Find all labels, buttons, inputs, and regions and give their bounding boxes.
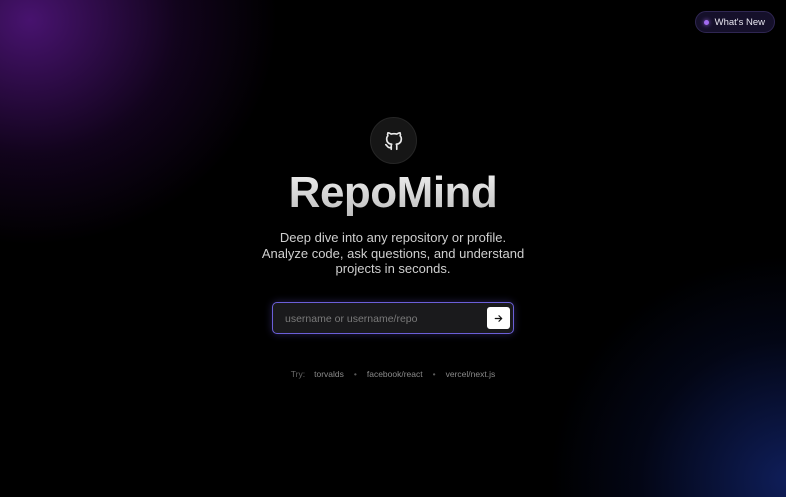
suggestions-row: Try: torvalds • facebook/react • vercel/… — [0, 369, 786, 379]
logo — [370, 117, 417, 164]
search-form — [272, 302, 514, 335]
status-dot — [703, 19, 709, 25]
whats-new-button[interactable]: What's New — [694, 11, 775, 33]
separator-dot: • — [432, 369, 436, 379]
arrow-right-icon — [494, 314, 503, 322]
suggestion-torvalds[interactable]: torvalds — [314, 369, 344, 379]
suggestions-label: Try: — [290, 369, 306, 379]
search-input[interactable] — [283, 303, 482, 335]
page-subtitle: Deep dive into any repository or profile… — [261, 230, 525, 276]
suggestion-vercel-nextjs[interactable]: vercel/next.js — [446, 369, 496, 379]
whats-new-label: What's New — [714, 16, 765, 28]
github-icon — [384, 131, 402, 150]
page-title: RepoMind — [0, 168, 786, 218]
suggestion-facebook-react[interactable]: facebook/react — [367, 369, 423, 379]
separator-dot: • — [353, 369, 357, 379]
submit-button[interactable] — [487, 307, 510, 329]
